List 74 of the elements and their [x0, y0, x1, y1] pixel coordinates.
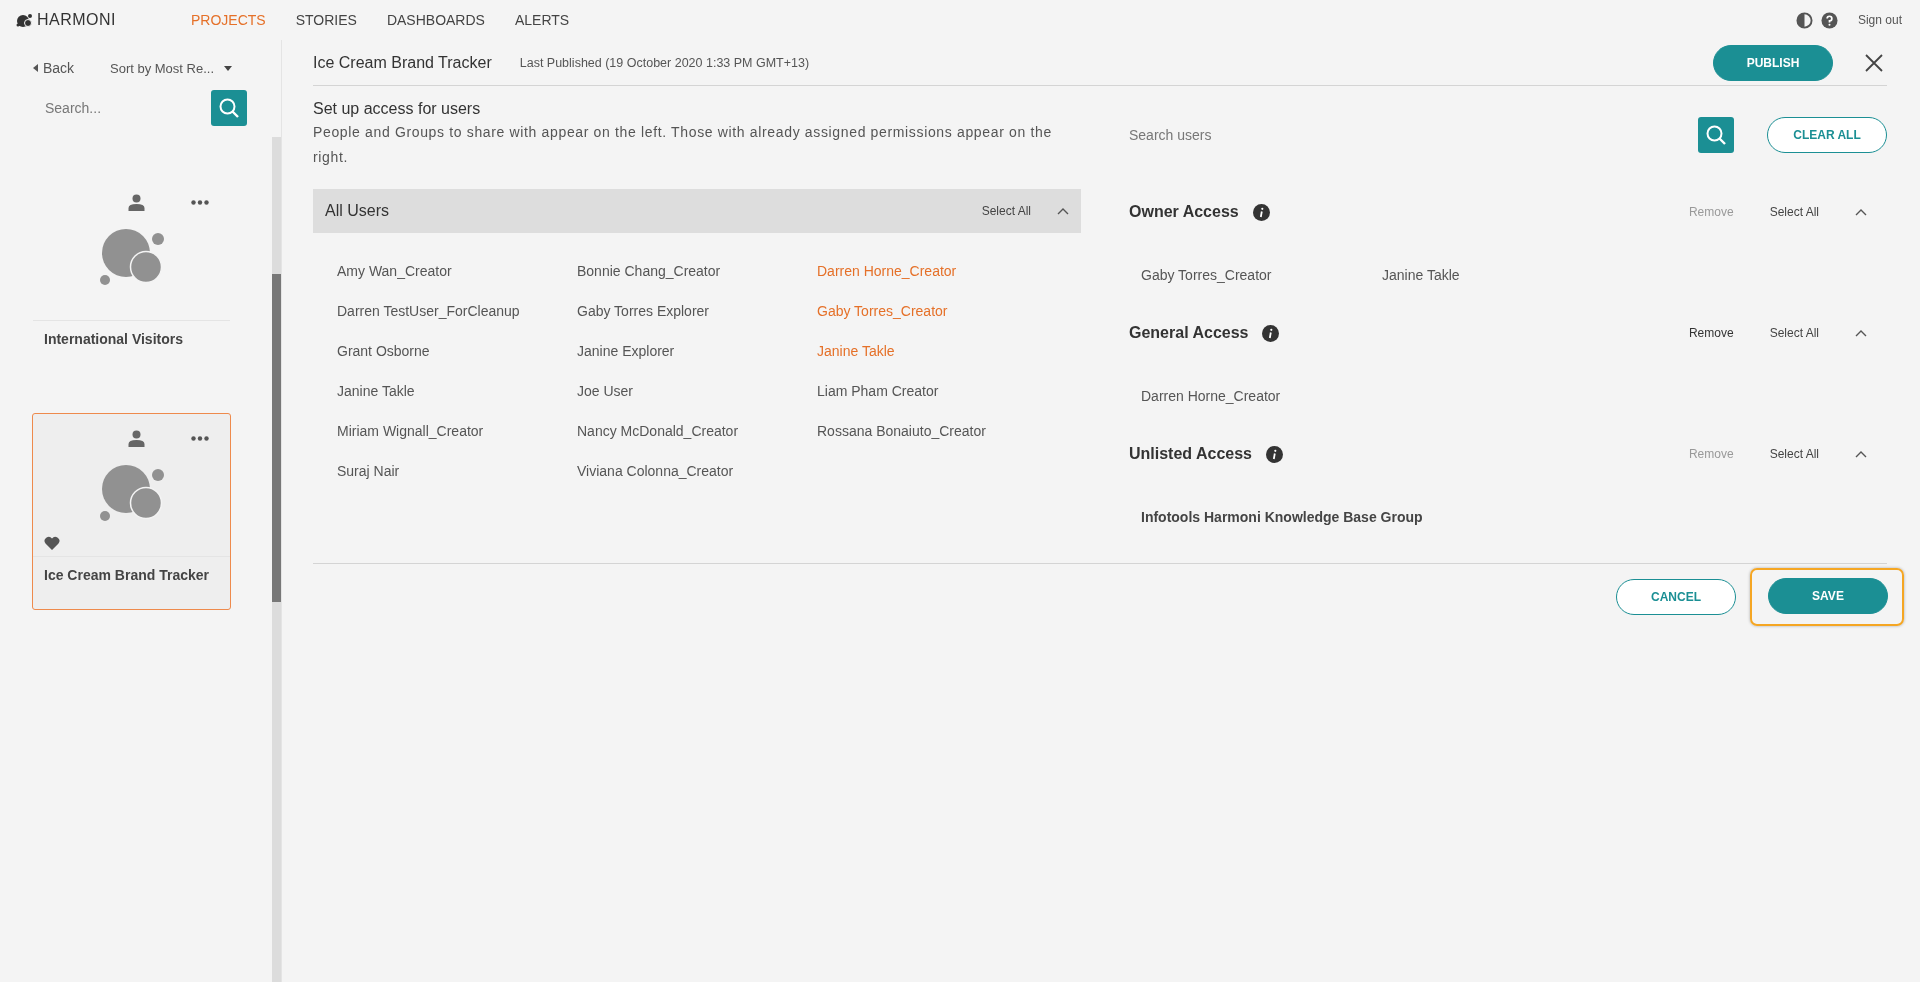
- select-all-link[interactable]: Select All: [1769, 447, 1819, 461]
- group-title: Owner Access: [1129, 203, 1239, 221]
- info-icon[interactable]: [1262, 324, 1280, 342]
- save-button[interactable]: SAVE: [1768, 578, 1888, 614]
- project-title: Ice Cream Brand Tracker: [313, 53, 492, 72]
- user-item[interactable]: Amy Wan_Creator: [337, 263, 577, 279]
- more-icon[interactable]: [191, 435, 209, 441]
- caret-icon: [224, 65, 233, 71]
- select-all-link[interactable]: Select All: [981, 204, 1031, 218]
- clear-all-button[interactable]: CLEAR ALL: [1767, 117, 1887, 153]
- user-item[interactable]: Viviana Colonna_Creator: [577, 463, 817, 479]
- user-item[interactable]: Janine Explorer: [577, 343, 817, 359]
- user-item[interactable]: Liam Pham Creator: [817, 383, 1057, 399]
- app-logo: HARMONI: [37, 11, 117, 29]
- caret-icon: [33, 64, 38, 72]
- search-icon: [1705, 124, 1727, 146]
- scrollbar-track[interactable]: [272, 137, 281, 982]
- panel-title: All Users: [325, 202, 390, 220]
- remove-link[interactable]: Remove: [1688, 326, 1734, 340]
- info-icon[interactable]: [1252, 203, 1270, 221]
- user-item[interactable]: Bonnie Chang_Creator: [577, 263, 817, 279]
- bubbles-icon: [99, 228, 166, 286]
- user-item[interactable]: Suraj Nair: [337, 463, 577, 479]
- nav-tab[interactable]: DASHBOARDS: [386, 12, 485, 28]
- user-item[interactable]: Janine Takle: [1382, 267, 1623, 283]
- chevron-icon[interactable]: [1855, 329, 1867, 337]
- user-item[interactable]: Nancy McDonald_Creator: [577, 423, 817, 439]
- select-all-link[interactable]: Select All: [1769, 205, 1819, 219]
- select-all-link[interactable]: Select All: [1769, 326, 1819, 340]
- last-published-text: Last Published (19 October 2020 1:33 PM GMT+13): [519, 55, 810, 70]
- bubbles-icon: [99, 464, 166, 522]
- close-icon[interactable]: [1865, 53, 1883, 72]
- user-item[interactable]: Rossana Bonaiuto_Creator: [817, 423, 1057, 439]
- group-title: Unlisted Access: [1129, 445, 1252, 463]
- sort-dropdown[interactable]: Sort by Most Re...: [110, 60, 233, 76]
- heart-icon[interactable]: [44, 536, 60, 550]
- user-item[interactable]: Darren TestUser_ForCleanup: [337, 303, 577, 319]
- nav-tab[interactable]: ALERTS: [514, 12, 570, 28]
- info-icon[interactable]: [1266, 445, 1283, 463]
- search-icon: [218, 97, 240, 119]
- help-icon[interactable]: [1820, 11, 1838, 29]
- search-users-field[interactable]: Search users: [1129, 117, 1698, 153]
- user-item[interactable]: Miriam Wignall_Creator: [337, 423, 577, 439]
- more-icon[interactable]: [191, 199, 209, 205]
- chevron-icon[interactable]: [1057, 207, 1069, 215]
- sign-out-link[interactable]: Sign out: [1857, 13, 1902, 27]
- description-text: People and Groups to share with appear on the left. Those with already assigned permissions appear on the right.: [313, 123, 1053, 167]
- scrollbar-thumb[interactable]: [272, 274, 281, 602]
- publish-button[interactable]: PUBLISH: [1713, 44, 1833, 81]
- cancel-button[interactable]: CANCEL: [1616, 579, 1736, 615]
- group-title: General Access: [1129, 324, 1249, 342]
- section-heading: Set up access for users: [313, 100, 482, 118]
- person-icon: [128, 193, 145, 211]
- user-item[interactable]: Gaby Torres_Creator: [1141, 267, 1382, 283]
- group-item[interactable]: Infotools Harmoni Knowledge Base Group: [1141, 509, 1423, 525]
- project-card[interactable]: Ice Cream Brand Tracker: [32, 413, 231, 610]
- search-field[interactable]: Search...: [45, 93, 209, 123]
- project-title: International Visitors: [33, 320, 230, 357]
- chevron-icon[interactable]: [1855, 450, 1867, 458]
- logo-icon: [16, 13, 34, 27]
- nav-tab[interactable]: STORIES: [295, 12, 357, 28]
- project-card[interactable]: International Visitors: [32, 177, 231, 374]
- contrast-icon[interactable]: [1795, 11, 1813, 29]
- search-button[interactable]: [1698, 117, 1734, 153]
- search-button[interactable]: [211, 90, 247, 126]
- user-item[interactable]: Gaby Torres Explorer: [577, 303, 817, 319]
- person-icon: [128, 429, 145, 447]
- user-item[interactable]: Grant Osborne: [337, 343, 577, 359]
- user-item[interactable]: Joe User: [577, 383, 817, 399]
- user-item[interactable]: Darren Horne_Creator: [1141, 388, 1382, 404]
- chevron-icon[interactable]: [1855, 208, 1867, 216]
- project-title: Ice Cream Brand Tracker: [33, 556, 230, 593]
- user-item[interactable]: Janine Takle: [337, 383, 577, 399]
- back-link[interactable]: Back: [33, 60, 110, 76]
